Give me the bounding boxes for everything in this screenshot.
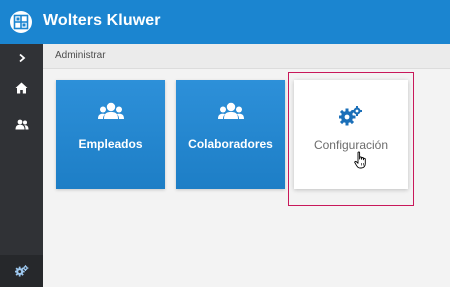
users-icon [97,102,124,119]
users-icon [15,119,28,129]
breadcrumb-current: Administrar [55,50,106,61]
sidebar-item-home[interactable] [0,74,43,102]
chevron-right-icon [18,53,25,63]
sidebar-item-settings[interactable] [0,255,43,287]
breadcrumb: Administrar [43,44,450,69]
tile-empleados[interactable]: Empleados [56,80,165,189]
tile-label: Colaboradores [188,137,273,151]
sidebar [0,44,43,287]
tile-label: Empleados [78,137,143,151]
users-icon [217,102,244,119]
tile-label: Configuración [313,138,389,152]
tile-colaboradores[interactable]: Colaboradores [176,80,285,189]
cogs-icon [14,265,28,277]
home-icon [15,82,28,94]
top-bar: Wolters Kluwer [0,0,450,44]
hand-pointer-icon [354,151,368,174]
tile-configuracion[interactable]: Configuración [294,80,408,189]
sidebar-expand-button[interactable] [0,44,43,72]
app-title: Wolters Kluwer [43,12,161,29]
wolters-kluwer-logo-icon[interactable] [10,11,32,33]
cogs-icon [339,106,362,126]
sidebar-item-users[interactable] [0,110,43,138]
